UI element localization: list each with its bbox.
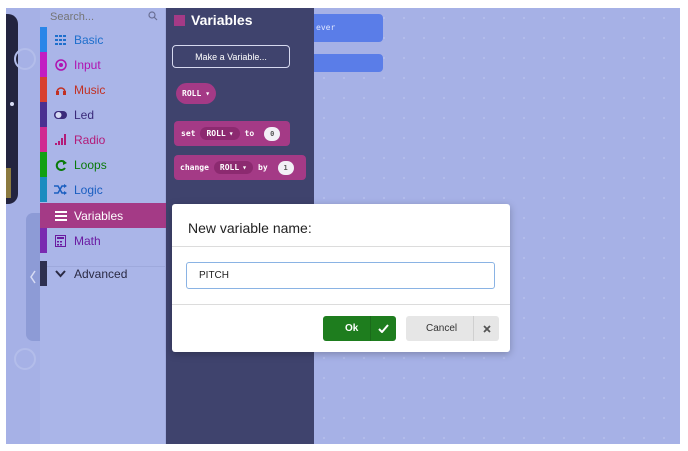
category-radio[interactable]: Radio (40, 127, 166, 152)
simulator-panel (6, 8, 40, 444)
variable-reporter-block[interactable]: ROLL ▾ (176, 83, 217, 104)
cancel-label: Cancel (426, 323, 458, 334)
category-color-bar (40, 152, 47, 177)
category-label: Loops (74, 158, 107, 172)
category-math[interactable]: Math (40, 228, 166, 253)
dialog-divider (172, 304, 510, 305)
category-basic[interactable]: Basic (40, 27, 166, 52)
category-label: Logic (74, 183, 103, 197)
search-input[interactable] (44, 8, 144, 26)
dropdown-arrow-icon: ▾ (205, 89, 211, 98)
radio-target-icon (54, 58, 67, 71)
variable-name: ROLL (182, 89, 202, 98)
category-variables[interactable]: Variables (40, 203, 166, 228)
category-color-bar (40, 52, 47, 77)
simulator-ghost-circle (14, 48, 36, 70)
value-input[interactable]: 0 (264, 126, 281, 141)
block-label: ever (316, 23, 336, 32)
block-keyword: by (258, 163, 268, 172)
signal-bars-icon (54, 133, 67, 146)
new-variable-dialog: New variable name: Ok Cancel (172, 204, 510, 352)
variables-category-icon (174, 14, 185, 26)
block-keyword: to (244, 129, 255, 138)
list-icon (54, 209, 67, 222)
dialog-divider (172, 246, 510, 247)
category-advanced[interactable]: Advanced (40, 261, 166, 286)
category-label: Math (74, 234, 101, 248)
forever-block-footer[interactable] (314, 54, 383, 72)
cancel-button[interactable]: Cancel (406, 316, 499, 341)
variable-dropdown[interactable]: ROLL ▾ (200, 127, 240, 140)
loop-arrow-icon (54, 158, 67, 171)
value-input[interactable]: 1 (277, 160, 294, 175)
category-input[interactable]: Input (40, 52, 166, 77)
search-icon[interactable] (148, 11, 158, 21)
block-keyword: change (180, 163, 209, 172)
variable-dropdown[interactable]: ROLL ▾ (213, 161, 253, 174)
chevron-down-icon (54, 267, 67, 280)
calculator-icon (54, 234, 67, 247)
category-label: Advanced (74, 267, 128, 281)
chevron-left-icon (30, 270, 36, 284)
headphones-icon (54, 83, 67, 96)
toggle-icon (54, 108, 67, 121)
category-loops[interactable]: Loops (40, 152, 166, 177)
category-color-bar (40, 102, 47, 127)
toolbox: Basic Input Music Led (40, 8, 166, 444)
block-keyword: set (181, 129, 196, 138)
category-color-bar (40, 127, 47, 152)
category-color-bar (40, 228, 47, 253)
category-label: Music (74, 83, 106, 97)
close-icon (473, 316, 499, 341)
category-color-bar (40, 261, 47, 286)
make-variable-button[interactable]: Make a Variable... (172, 45, 290, 68)
category-color-bar (40, 27, 47, 52)
category-label: Input (74, 58, 101, 72)
set-variable-block[interactable]: set ROLL ▾ to 0 (174, 121, 290, 146)
category-label: Basic (74, 33, 104, 47)
dialog-title: New variable name: (188, 220, 312, 236)
category-logic[interactable]: Logic (40, 177, 166, 202)
simulator-collapse-tab[interactable] (26, 213, 40, 341)
category-music[interactable]: Music (40, 77, 166, 102)
grid-icon (54, 33, 67, 46)
flyout-title: Variables (191, 12, 253, 28)
category-label: Variables (74, 209, 124, 223)
toolbox-search (40, 8, 166, 27)
dropdown-arrow-icon: ▾ (228, 129, 234, 138)
change-variable-block[interactable]: change ROLL ▾ by 1 (174, 155, 306, 180)
category-led[interactable]: Led (40, 102, 166, 127)
shuffle-icon (54, 183, 67, 196)
simulator-pin (10, 102, 14, 106)
variable-name-input[interactable] (186, 262, 495, 289)
ok-label: Ok (345, 323, 359, 334)
variable-name: ROLL (219, 163, 240, 172)
dropdown-arrow-icon: ▾ (242, 163, 247, 172)
simulator-ghost-circle (14, 348, 36, 370)
check-icon (370, 316, 396, 341)
variable-name: ROLL (206, 129, 226, 138)
flyout-header: Variables (174, 12, 253, 28)
category-color-bar (40, 77, 47, 102)
category-label: Led (74, 108, 95, 122)
category-label: Radio (74, 133, 106, 147)
simulator-connector (6, 168, 11, 198)
ok-button[interactable]: Ok (323, 316, 396, 341)
forever-block[interactable]: ever (314, 14, 383, 42)
category-color-bar (40, 177, 47, 202)
